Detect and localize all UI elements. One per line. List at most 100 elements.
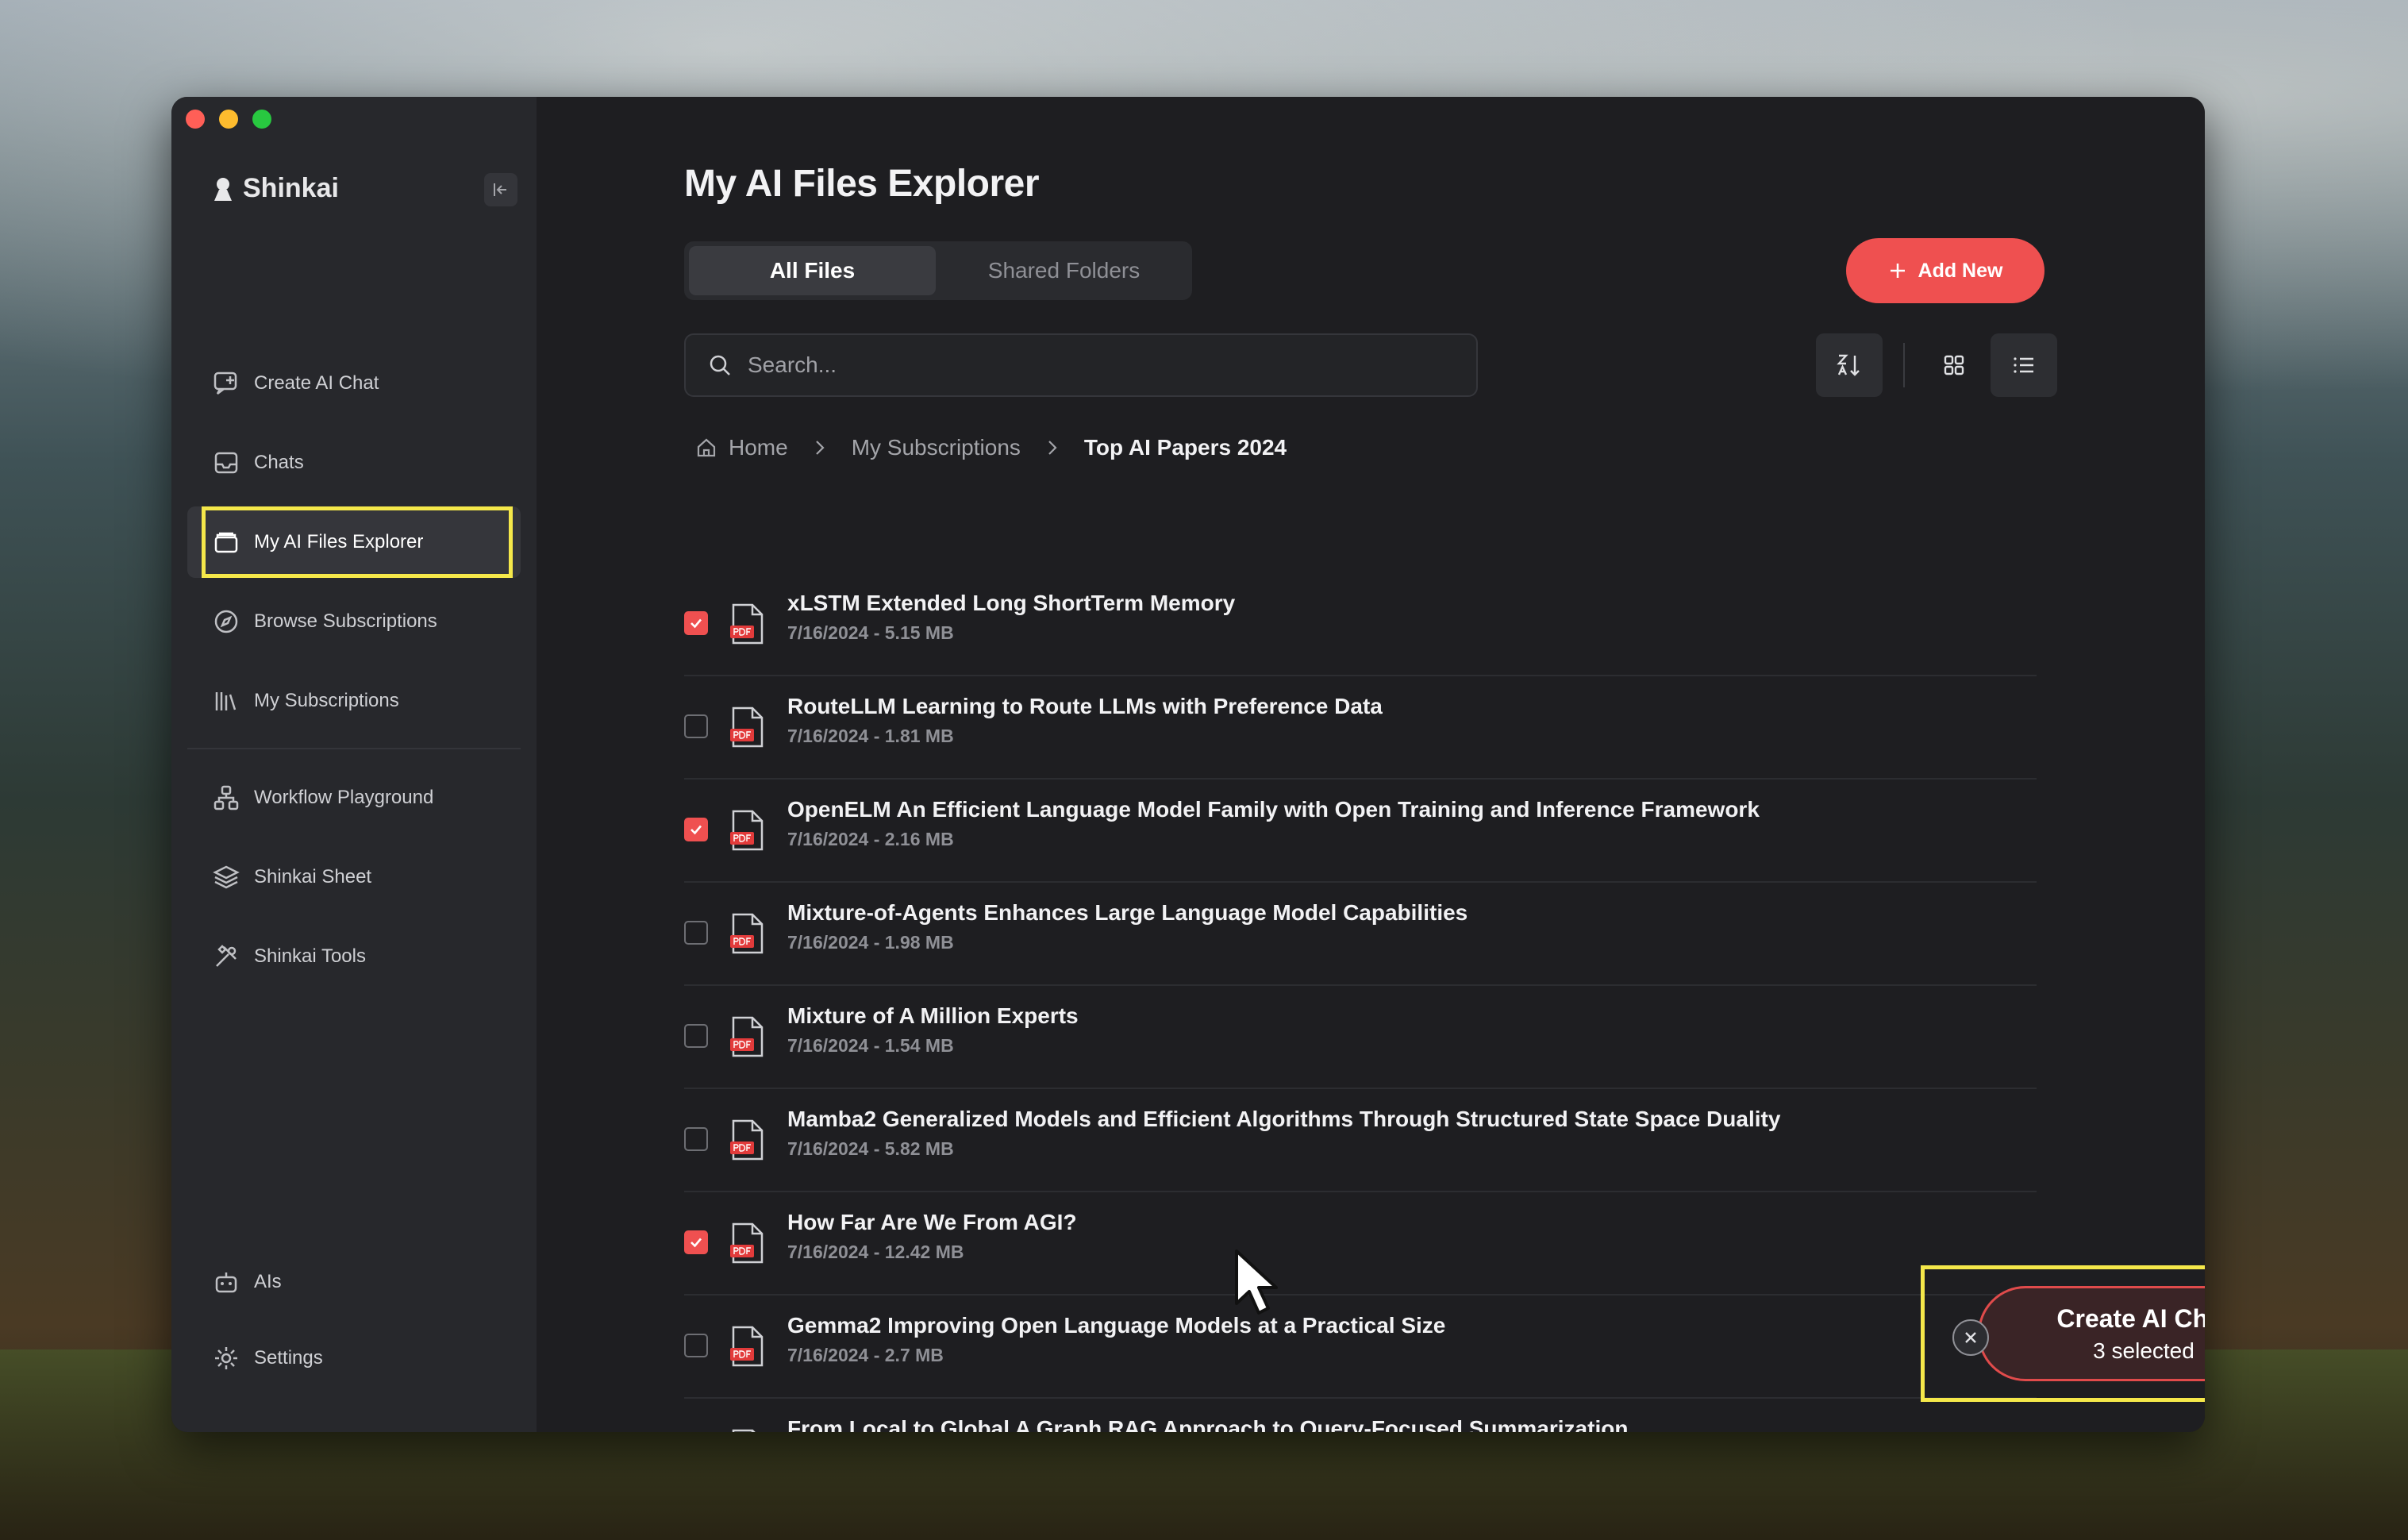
home-icon (697, 438, 716, 457)
file-checkbox[interactable] (684, 1334, 708, 1357)
file-checkbox[interactable] (684, 1024, 708, 1048)
toolbar-divider (1903, 343, 1905, 387)
file-meta: 7/16/2024 - 1.54 MB (787, 1035, 954, 1056)
check-icon (690, 618, 702, 629)
chat-plus-icon (213, 372, 237, 395)
file-meta: 7/16/2024 - 2.7 MB (787, 1345, 944, 1365)
sidebar-divider (187, 748, 521, 749)
check-icon (690, 825, 702, 835)
file-row[interactable]: From Local to Global A Graph RAG Approac… (684, 1399, 2037, 1432)
file-row[interactable]: RouteLLM Learning to Route LLMs with Pre… (684, 676, 2037, 780)
file-row[interactable]: Mixture of A Million Experts 7/16/2024 - … (684, 986, 2037, 1089)
sidebar-item-workflow-playground[interactable]: Workflow Playground (187, 762, 521, 834)
sidebar-item-settings[interactable]: Settings (187, 1322, 521, 1394)
file-row[interactable]: Mixture-of-Agents Enhances Large Languag… (684, 883, 2037, 986)
file-name: xLSTM Extended Long ShortTerm Memory (787, 591, 1236, 615)
file-row[interactable]: OpenELM An Efficient Language Model Fami… (684, 780, 2037, 883)
sidebar-item-chats[interactable]: Chats (187, 427, 521, 499)
window-controls (186, 110, 271, 129)
pdf-file-icon (730, 1016, 764, 1057)
plus-icon (1890, 264, 1905, 278)
pdf-file-icon (730, 1326, 764, 1367)
file-row[interactable]: Gemma2 Improving Open Language Models at… (684, 1296, 2037, 1399)
add-new-label: Add New (1918, 259, 2003, 282)
sidebar-item-create-ai-chat[interactable]: Create AI Chat (187, 348, 521, 419)
grid-icon (1944, 355, 1964, 375)
grid-view-button[interactable] (1921, 333, 1987, 397)
clear-selection-button[interactable] (1952, 1319, 1989, 1356)
file-checkbox[interactable] (684, 611, 708, 635)
sidebar-item-label: Chats (254, 452, 304, 473)
pdf-file-icon (730, 1222, 764, 1264)
file-checkbox[interactable] (684, 818, 708, 841)
file-name: RouteLLM Learning to Route LLMs with Pre… (787, 694, 1383, 718)
brand-name: Shinkai (243, 173, 339, 203)
app-window: Shinkai Create AI Chat Chats My AI Files… (171, 97, 2205, 1432)
layers-icon (213, 865, 240, 889)
breadcrumb-home[interactable]: Home (695, 435, 788, 460)
search-field[interactable] (684, 333, 1478, 397)
file-row[interactable]: xLSTM Extended Long ShortTerm Memory 7/16… (684, 573, 2037, 676)
sidebar-item-label: Settings (254, 1347, 323, 1369)
main-panel: My AI Files Explorer All Files Shared Fo… (537, 97, 2205, 1432)
sidebar-item-label: Create AI Chat (254, 372, 379, 394)
sidebar-item-ais[interactable]: AIs (187, 1246, 521, 1318)
file-checkbox[interactable] (684, 1127, 708, 1151)
file-name: Mixture-of-Agents Enhances Large Languag… (787, 900, 1468, 925)
sidebar-item-label: Shinkai Tools (254, 945, 366, 967)
file-name: OpenELM An Efficient Language Model Fami… (787, 797, 1760, 822)
sidebar-item-label: AIs (254, 1271, 282, 1292)
file-meta: 7/16/2024 - 5.82 MB (787, 1138, 954, 1159)
sidebar-item-label: Browse Subscriptions (254, 610, 437, 632)
pdf-file-icon (730, 913, 764, 954)
create-ai-chat-button[interactable]: Create AI Chat 3 selected (1978, 1286, 2205, 1381)
file-meta: 7/16/2024 - 12.42 MB (787, 1242, 964, 1262)
breadcrumb-current: Top AI Papers 2024 (1083, 435, 1287, 460)
file-name: Mixture of A Million Experts (787, 1003, 1079, 1028)
sidebar-item-label: Workflow Playground (254, 787, 434, 808)
search-input[interactable] (746, 352, 1384, 379)
workflow-icon (213, 785, 239, 810)
inbox-icon (214, 452, 238, 474)
chevron-right-icon (1048, 441, 1057, 455)
pdf-file-icon (732, 1429, 756, 1432)
list-view-button[interactable] (1991, 333, 2057, 397)
cta-selected-count: 3 selected (2093, 1338, 2195, 1363)
sidebar-item-my-subscriptions[interactable]: My Subscriptions (187, 665, 521, 737)
add-new-button[interactable]: Add New (1846, 238, 2044, 303)
tab-all-files[interactable]: All Files (689, 246, 936, 295)
check-icon (690, 1238, 702, 1248)
sidebar-item-label: My AI Files Explorer (254, 531, 424, 552)
sidebar-item-label: My Subscriptions (254, 690, 399, 711)
file-name: Gemma2 Improving Open Language Models at… (787, 1313, 1446, 1338)
file-name: How Far Are We From AGI? (787, 1210, 1077, 1234)
breadcrumb-my-subscriptions[interactable]: My Subscriptions (852, 435, 1021, 460)
sort-button[interactable] (1816, 333, 1883, 397)
sidebar-item-browse-subscriptions[interactable]: Browse Subscriptions (187, 586, 521, 657)
collapse-sidebar-button[interactable] (484, 173, 517, 206)
sidebar-item-my-ai-files-explorer[interactable]: My AI Files Explorer (187, 506, 521, 578)
file-name: Mamba2 Generalized Models and Efficient … (787, 1107, 1781, 1131)
sidebar-item-shinkai-tools[interactable]: Shinkai Tools (187, 921, 521, 992)
zoom-window-button[interactable] (252, 110, 271, 129)
file-checkbox[interactable] (684, 1230, 708, 1254)
file-checkbox[interactable] (684, 921, 708, 945)
tab-shared-folders[interactable]: Shared Folders (941, 246, 1187, 295)
shinkai-logo-icon (214, 177, 232, 201)
sort-icon (1837, 354, 1860, 376)
close-window-button[interactable] (186, 110, 205, 129)
gear-icon (215, 1347, 237, 1369)
search-icon (710, 355, 730, 375)
file-meta: 7/16/2024 - 5.15 MB (787, 622, 954, 643)
minimize-window-button[interactable] (219, 110, 238, 129)
file-meta: 7/16/2024 - 1.98 MB (787, 932, 954, 953)
sidebar-item-shinkai-sheet[interactable]: Shinkai Sheet (187, 841, 521, 913)
list-icon (2014, 357, 2033, 373)
tab-bar: All Files Shared Folders (684, 241, 1192, 300)
pdf-file-icon (730, 603, 764, 645)
compass-icon (214, 610, 238, 633)
file-row[interactable]: Mamba2 Generalized Models and Efficient … (684, 1089, 2037, 1192)
file-checkbox[interactable] (684, 714, 708, 738)
page-title: My AI Files Explorer (684, 163, 1040, 205)
file-row[interactable]: How Far Are We From AGI? 7/16/2024 - 12.4… (684, 1192, 2037, 1296)
